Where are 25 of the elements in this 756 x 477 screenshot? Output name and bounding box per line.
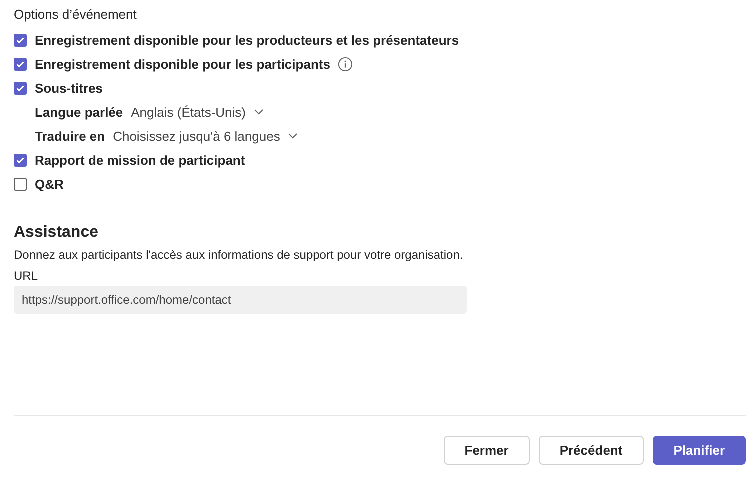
select-label: Langue parlée — [35, 104, 124, 120]
option-label: Rapport de mission de participant — [35, 152, 246, 168]
field-label: URL — [14, 269, 40, 283]
dropdown[interactable]: Anglais (États-Unis) — [131, 104, 264, 120]
description: Donnez aux participants l'accès aux informations de support pour votre organisation. — [14, 248, 464, 262]
checkbox[interactable] — [14, 82, 27, 94]
dialog-button[interactable]: Fermer — [444, 436, 530, 465]
option-label: Enregistrement disponible pour les participants — [35, 56, 330, 72]
chevron-down-icon — [254, 109, 264, 115]
info-icon[interactable] — [338, 56, 354, 72]
option-label: Enregistrement disponible pour les producteurs et les présentateurs — [35, 32, 460, 48]
dialog-button[interactable]: Planifier — [652, 436, 746, 465]
option-label: Sous-titres — [35, 80, 103, 96]
checkbox[interactable] — [14, 178, 27, 190]
section-title: Options d’événement — [14, 7, 138, 22]
url-field[interactable]: https://support.office.com/home/contact — [14, 286, 467, 314]
dialog-button[interactable]: Précédent — [538, 436, 644, 465]
checkbox[interactable] — [14, 58, 27, 70]
section-title: Assistance — [14, 224, 100, 242]
dropdown[interactable]: Choisissez jusqu'à 6 langues — [113, 128, 298, 144]
checkbox[interactable] — [14, 34, 27, 46]
checkbox[interactable] — [14, 154, 27, 166]
chevron-down-icon — [288, 133, 298, 139]
select-label: Traduire en — [35, 128, 106, 144]
option-label: Q&R — [35, 176, 64, 192]
